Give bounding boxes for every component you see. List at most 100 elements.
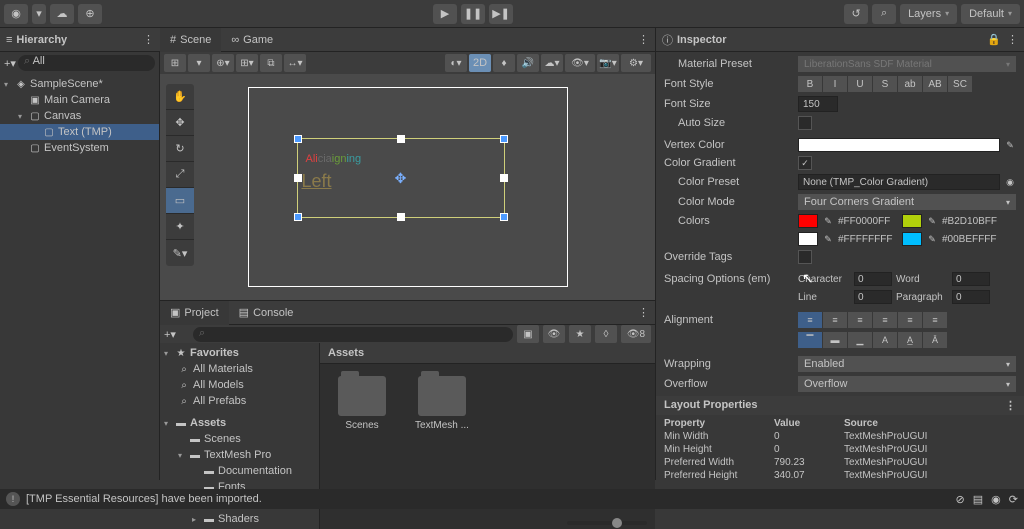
color-preset-field[interactable]: None (TMP_Color Gradient) [798,174,1000,190]
tab-console[interactable]: ▤Console [229,301,304,325]
scene-menu-icon[interactable]: ⋮ [632,33,655,46]
override-tags-checkbox[interactable] [798,250,812,264]
thumbnail-size-slider[interactable] [567,521,647,525]
rotate-tool[interactable]: ↻ [166,136,194,162]
pause-button[interactable]: ❚❚ [461,4,485,24]
folder-item[interactable]: ▬Documentation [160,463,319,479]
audio-button[interactable]: 🔊 [517,54,539,72]
favorites-item[interactable]: ▾★Favorites [160,345,319,361]
overflow-dropdown[interactable]: Overflow [798,376,1016,392]
eyedropper-icon[interactable]: ✎ [926,215,938,227]
project-menu-icon[interactable]: ⋮ [632,306,655,319]
spacing-char-field[interactable]: 0 [854,272,892,286]
fontstyle-underline[interactable]: U [848,76,872,92]
increment-button[interactable]: ↔▾ [284,54,306,72]
move-gizmo-icon[interactable]: ✥ [392,169,410,187]
resize-handle[interactable] [397,135,405,143]
custom-tool[interactable]: ✎▾ [166,240,194,266]
filter-button[interactable]: ▣ [517,325,539,343]
fontstyle-italic[interactable]: I [823,76,847,92]
pivot-button[interactable]: ▾ [188,54,210,72]
rect-tool[interactable]: ▭ [166,188,194,214]
spacing-line-field[interactable]: 0 [854,290,892,304]
folder-item[interactable]: TextMesh ... [412,376,472,431]
fav-filter-button[interactable]: 👁 [543,325,565,343]
hidden-button[interactable]: 👁▾ [565,54,595,72]
align-center[interactable]: ≡ [823,312,847,328]
snap-button[interactable]: ⧉ [260,54,282,72]
align-justify[interactable]: ≡ [873,312,897,328]
layers-dropdown[interactable]: Layers [900,4,957,24]
resize-handle[interactable] [294,135,302,143]
hierarchy-menu-icon[interactable]: ⋮ [143,33,154,46]
folder-item[interactable]: Scenes [332,376,392,431]
align-middle[interactable]: ▬ [823,332,847,348]
resize-handle[interactable] [500,135,508,143]
eyedropper-icon[interactable]: ✎ [926,233,938,245]
inspector-menu-icon[interactable]: ⋮ [1007,33,1018,46]
folder-item[interactable]: ▸▬Shaders [160,511,319,527]
align-top[interactable]: ▔ [798,332,822,348]
auto-size-checkbox[interactable] [798,116,812,130]
transform-tool[interactable]: ✦ [166,214,194,240]
cloud-button[interactable]: ☁ [50,4,74,24]
resize-handle[interactable] [500,174,508,182]
undo-history-button[interactable]: ↺ [844,4,868,24]
folder-item[interactable]: ▾▬TextMesh Pro [160,447,319,463]
fontstyle-upper[interactable]: AB [923,76,947,92]
2d-button[interactable]: 2D [469,54,491,72]
shading-button[interactable]: ◐▾ [445,54,467,72]
folder-item[interactable]: ▬Scenes [160,431,319,447]
color-mode-dropdown[interactable]: Four Corners Gradient [798,194,1016,210]
camera-button[interactable]: 📷▾ [597,54,619,72]
font-size-field[interactable]: 150 [798,96,838,112]
color-gradient-checkbox[interactable]: ✓ [798,156,812,170]
scene-item[interactable]: ▾◈SampleScene* [0,76,159,92]
hierarchy-search[interactable]: ⌕ All [18,55,155,71]
breadcrumb[interactable]: Assets [320,343,655,364]
align-capline[interactable]: Ā [923,332,947,348]
eyedropper-icon[interactable]: ✎ [822,233,834,245]
status-icon[interactable]: ⟳ [1009,493,1018,506]
status-icon[interactable]: ◉ [991,493,1001,506]
gameobject-item[interactable]: ▢Text (TMP) [0,124,159,140]
add-asset-button[interactable]: +▾ [164,328,176,341]
layout-dropdown[interactable]: Default [961,4,1020,24]
tab-project[interactable]: ▣Project [160,301,229,325]
scale-tool[interactable]: ⤢ [166,162,194,188]
save-filter-button[interactable]: ◊ [595,325,617,343]
account-button[interactable]: ◉ [4,4,28,24]
fx-button[interactable]: ☁▾ [541,54,563,72]
fontstyle-bold[interactable]: B [798,76,822,92]
lock-icon[interactable]: 🔒 [987,33,1001,46]
project-search[interactable]: ⌕ [193,327,513,342]
spacing-para-field[interactable]: 0 [952,290,990,304]
grid-button[interactable]: ⊞▾ [236,54,258,72]
resize-handle[interactable] [294,174,302,182]
color-topright[interactable] [902,214,922,228]
fontstyle-strike[interactable]: S [873,76,897,92]
align-geo[interactable]: ≡ [923,312,947,328]
search-filter-item[interactable]: ⌕All Models [160,377,319,393]
status-icon[interactable]: ▤ [973,493,983,506]
color-topleft[interactable] [798,214,818,228]
resize-handle[interactable] [500,213,508,221]
eyedropper-icon[interactable]: ✎ [1004,139,1016,151]
hidden-count[interactable]: 👁8 [621,325,651,343]
fontstyle-lower[interactable]: ab [898,76,922,92]
material-preset-dropdown[interactable]: LiberationSans SDF Material [798,56,1016,72]
resize-handle[interactable] [294,213,302,221]
search-button[interactable]: ⌕ [872,4,896,24]
resize-handle[interactable] [397,213,405,221]
vertex-color-field[interactable] [798,138,1000,152]
search-filter-item[interactable]: ⌕All Prefabs [160,393,319,409]
eyedropper-icon[interactable]: ✎ [822,215,834,227]
account-drop[interactable]: ▾ [32,4,46,24]
align-bottom[interactable]: ▁ [848,332,872,348]
color-bottomright[interactable] [902,232,922,246]
hand-tool[interactable]: ✋ [166,84,194,110]
gameobject-item[interactable]: ▢EventSystem [0,140,159,156]
fontstyle-smallcaps[interactable]: SC [948,76,972,92]
step-button[interactable]: ▶❚ [489,4,513,24]
move-tool[interactable]: ✥ [166,110,194,136]
